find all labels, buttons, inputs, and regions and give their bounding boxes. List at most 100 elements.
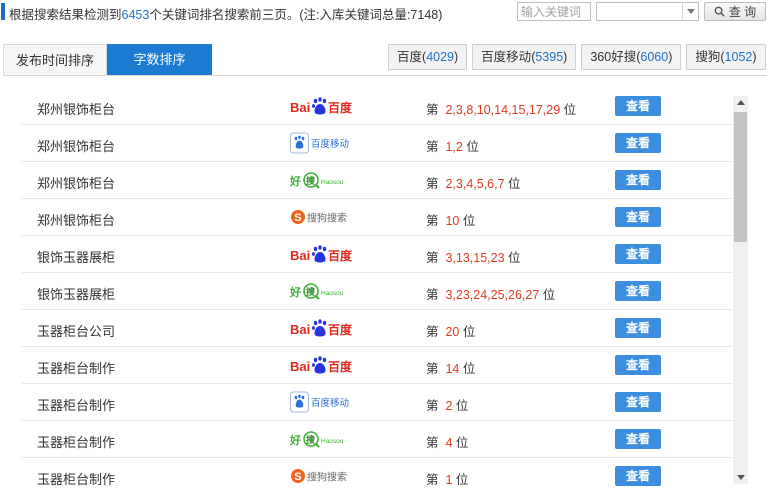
svg-text:S: S — [294, 471, 301, 483]
sogou-logo-text: 搜狗搜索 — [307, 471, 347, 484]
rank-positions: 3,23,24,25,26,27 — [445, 288, 540, 302]
baidu-logo-text-right: 百度 — [328, 322, 352, 337]
engine-name: 搜狗 — [695, 50, 721, 64]
keyword-text: 玉器柜台制作 — [37, 398, 116, 413]
view-button[interactable]: 查看 — [615, 318, 661, 338]
table-row: 银饰玉器展柜 好 搜 Haosou 第 3,23,24,25,26,27 位 查… — [22, 273, 732, 310]
sogou-logo-text: 搜狗搜索 — [307, 212, 347, 225]
query-button[interactable]: 查 询 — [704, 2, 766, 21]
scroll-down-icon[interactable] — [733, 470, 748, 484]
rank-suffix: 位 — [455, 399, 469, 413]
table-row: 玉器柜台公司 Bai 百度 第 20 位 查看 — [22, 310, 732, 347]
table-row: 郑州银饰柜台 S 搜狗搜索 第 10 位 查看 — [22, 199, 732, 236]
haosou-logo-en: Haosou — [321, 290, 344, 297]
baidu-logo-icon: Bai 百度 — [290, 245, 352, 263]
engine-filter-baidu[interactable]: 百度(4029) — [388, 44, 468, 70]
chevron-down-icon[interactable] — [682, 3, 698, 20]
rank-text: 第 10 位 — [426, 210, 475, 229]
baidu-logo-text-right: 百度 — [328, 100, 352, 115]
rank-suffix: 位 — [455, 436, 469, 450]
paw-icon — [312, 245, 327, 263]
rank-text: 第 2,3,4,5,6,7 位 — [426, 173, 521, 192]
rank-text: 第 1 位 — [426, 469, 468, 488]
table-row: 玉器柜台制作 Bai 百度 第 14 位 查看 — [22, 347, 732, 384]
engine-filter-baidu-mobile[interactable]: 百度移动(5395) — [472, 44, 577, 70]
rank-text: 第 2,3,8,10,14,15,17,29 位 — [426, 99, 576, 118]
view-button[interactable]: 查看 — [615, 355, 661, 375]
paw-icon — [312, 356, 327, 374]
rank-suffix: 位 — [542, 288, 556, 302]
engine-name: 百度移动 — [481, 50, 532, 64]
keyword-text: 郑州银饰柜台 — [37, 102, 116, 117]
baidu-mobile-logo-text: 百度移动 — [311, 138, 349, 150]
rank-positions: 2 — [445, 399, 453, 413]
engine-select[interactable] — [596, 2, 699, 21]
baidu-logo-icon: Bai 百度 — [290, 356, 352, 374]
rank-positions: 1,2 — [445, 140, 463, 154]
rank-suffix: 位 — [508, 251, 521, 265]
rank-positions: 1 — [445, 473, 453, 487]
svg-text:S: S — [294, 212, 301, 224]
summary-prefix: 根据搜索结果检测到 — [9, 8, 122, 22]
table-row: 郑州银饰柜台 好 搜 Haosou 第 2,3,4,5,6,7 位 查看 — [22, 162, 732, 199]
rank-text: 第 20 位 — [426, 321, 475, 340]
baidu-logo-icon: Bai 百度 — [290, 97, 352, 115]
baidu-logo-text-left: Bai — [290, 100, 310, 115]
scroll-up-icon[interactable] — [733, 96, 748, 110]
list-scrollbar[interactable] — [733, 96, 748, 484]
summary-count: 6453 — [121, 8, 150, 22]
rank-prefix: 第 — [426, 251, 439, 265]
view-button[interactable]: 查看 — [615, 281, 661, 301]
view-button[interactable]: 查看 — [615, 429, 661, 449]
keyword-text: 郑州银饰柜台 — [37, 213, 116, 228]
view-button[interactable]: 查看 — [615, 392, 661, 412]
rank-prefix: 第 — [426, 399, 439, 413]
keyword-input[interactable] — [517, 2, 591, 21]
rank-text: 第 14 位 — [426, 358, 475, 377]
tab-divider — [3, 75, 767, 76]
view-button[interactable]: 查看 — [615, 96, 661, 116]
sort-tabs: 发布时间排序 字数排序 — [3, 44, 212, 76]
tab-sort-by-time[interactable]: 发布时间排序 — [3, 44, 107, 76]
view-button[interactable]: 查看 — [615, 170, 661, 190]
rank-suffix: 位 — [462, 362, 476, 376]
rank-prefix: 第 — [426, 177, 439, 191]
table-row: 玉器柜台制作 百度移动 第 2 位 查看 — [22, 384, 732, 421]
rank-text: 第 4 位 — [426, 432, 468, 451]
table-row: 玉器柜台制作 S 搜狗搜索 第 1 位 查看 — [22, 458, 732, 494]
baidu-logo-text-left: Bai — [290, 248, 310, 263]
rank-positions: 20 — [445, 325, 460, 339]
engine-filter-360[interactable]: 360好搜(6060) — [581, 44, 682, 70]
view-button[interactable]: 查看 — [615, 466, 661, 486]
keyword-text: 玉器柜台制作 — [37, 472, 116, 487]
rank-prefix: 第 — [426, 362, 439, 376]
rank-suffix: 位 — [466, 140, 479, 154]
rank-prefix: 第 — [426, 473, 439, 487]
table-row: 玉器柜台制作 好 搜 Haosou 第 4 位 查看 — [22, 421, 732, 458]
rank-positions: 14 — [445, 362, 460, 376]
rank-prefix: 第 — [426, 214, 439, 228]
engine-filter-sogou[interactable]: 搜狗(1052) — [686, 44, 766, 70]
view-button[interactable]: 查看 — [615, 207, 661, 227]
view-button[interactable]: 查看 — [615, 133, 661, 153]
keyword-text: 郑州银饰柜台 — [37, 176, 116, 191]
baidu-mobile-logo-icon: 百度移动 — [290, 391, 349, 413]
baidu-logo-text-left: Bai — [290, 322, 310, 337]
haosou-logo-icon: 好 搜 Haosou — [290, 283, 344, 300]
haosou-logo-icon: 好 搜 Haosou — [290, 172, 344, 189]
baidu-logo-text-left: Bai — [290, 359, 310, 374]
baidu-logo-icon: Bai 百度 — [290, 319, 352, 337]
rank-prefix: 第 — [426, 325, 439, 339]
baidu-mobile-logo-icon: 百度移动 — [290, 132, 349, 154]
baidu-logo-text-right: 百度 — [328, 248, 352, 263]
scroll-thumb[interactable] — [734, 112, 747, 242]
top-bar: 根据搜索结果检测到6453个关键词排名搜索前三页。(注:入库关键词总量:7148… — [0, 0, 767, 24]
rank-text: 第 1,2 位 — [426, 136, 479, 155]
haosou-logo-icon: 好 搜 Haosou — [290, 431, 344, 448]
rank-suffix: 位 — [508, 177, 521, 191]
rank-suffix: 位 — [455, 473, 469, 487]
keyword-text: 银饰玉器展柜 — [37, 250, 116, 265]
engine-name: 360好搜 — [590, 50, 637, 64]
view-button[interactable]: 查看 — [615, 244, 661, 264]
tab-sort-by-length[interactable]: 字数排序 — [107, 44, 212, 76]
